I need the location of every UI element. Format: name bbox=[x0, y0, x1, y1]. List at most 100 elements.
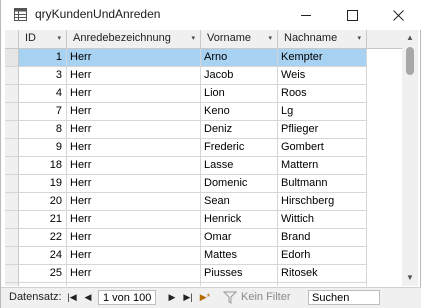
cell-nachname[interactable]: Pflieger bbox=[278, 121, 367, 139]
table-row[interactable]: 3 Herr Jacob Weis bbox=[5, 67, 402, 85]
sort-dropdown-icon[interactable]: ▾ bbox=[191, 30, 195, 47]
record-selector[interactable] bbox=[5, 193, 19, 211]
cell-nachname[interactable]: Kempter bbox=[278, 49, 367, 67]
table-row[interactable]: 1 Herr Arno Kempter bbox=[5, 49, 402, 67]
cell-vorname[interactable]: Omar bbox=[201, 229, 278, 247]
table-row[interactable]: 9 Herr Frederic Gombert bbox=[5, 139, 402, 157]
column-header-id[interactable]: ID ▾ bbox=[19, 30, 67, 48]
record-selector[interactable] bbox=[5, 121, 19, 139]
cell-nachname[interactable]: Roos bbox=[278, 85, 367, 103]
table-row[interactable]: 26HerrYvesGesell bbox=[5, 283, 402, 286]
cell-nachname[interactable]: Gombert bbox=[278, 139, 367, 157]
table-row[interactable]: 8 Herr Deniz Pflieger bbox=[5, 121, 402, 139]
cell-id[interactable]: 9 bbox=[19, 139, 67, 157]
close-button[interactable] bbox=[375, 0, 421, 30]
table-row[interactable]: 19 Herr Domenic Bultmann bbox=[5, 175, 402, 193]
record-position-field[interactable]: 1 von 100 bbox=[98, 290, 156, 305]
select-all-corner[interactable] bbox=[5, 30, 19, 48]
cell-id[interactable]: 8 bbox=[19, 121, 67, 139]
maximize-button[interactable] bbox=[329, 0, 375, 30]
record-selector[interactable] bbox=[5, 283, 19, 286]
cell-anredebezeichnung[interactable]: Herr bbox=[67, 67, 201, 85]
table-row[interactable]: 24 Herr Mattes Edorh bbox=[5, 247, 402, 265]
cell-anredebezeichnung[interactable]: Herr bbox=[67, 157, 201, 175]
table-row[interactable]: 25 Herr Piusses Ritosek bbox=[5, 265, 402, 283]
cell-vorname[interactable]: Yves bbox=[201, 283, 278, 286]
record-selector[interactable] bbox=[5, 85, 19, 103]
cell-id[interactable]: 25 bbox=[19, 265, 67, 283]
cell-vorname[interactable]: Lion bbox=[201, 85, 278, 103]
last-record-button[interactable]: ▶| bbox=[181, 290, 195, 305]
cell-anredebezeichnung[interactable]: Herr bbox=[67, 103, 201, 121]
table-row[interactable]: 7 Herr Keno Lg bbox=[5, 103, 402, 121]
cell-vorname[interactable]: Sean bbox=[201, 193, 278, 211]
cell-anredebezeichnung[interactable]: Herr bbox=[67, 283, 201, 286]
cell-anredebezeichnung[interactable]: Herr bbox=[67, 49, 201, 67]
cell-nachname[interactable]: Gesell bbox=[278, 283, 367, 286]
cell-id[interactable]: 3 bbox=[19, 67, 67, 85]
cell-id[interactable]: 4 bbox=[19, 85, 67, 103]
cell-anredebezeichnung[interactable]: Herr bbox=[67, 193, 201, 211]
sort-dropdown-icon[interactable]: ▾ bbox=[268, 30, 272, 47]
record-selector[interactable] bbox=[5, 229, 19, 247]
next-record-button[interactable]: ▶ bbox=[165, 290, 179, 305]
cell-id[interactable]: 22 bbox=[19, 229, 67, 247]
record-selector[interactable] bbox=[5, 211, 19, 229]
cell-vorname[interactable]: Mattes bbox=[201, 247, 278, 265]
vertical-scrollbar[interactable]: ▲ ▼ bbox=[402, 30, 418, 286]
table-row[interactable]: 22 Herr Omar Brand bbox=[5, 229, 402, 247]
cell-nachname[interactable]: Brand bbox=[278, 229, 367, 247]
table-row[interactable]: 18 Herr Lasse Mattern bbox=[5, 157, 402, 175]
record-selector[interactable] bbox=[5, 247, 19, 265]
cell-id[interactable]: 24 bbox=[19, 247, 67, 265]
table-row[interactable]: 20 Herr Sean Hirschberg bbox=[5, 193, 402, 211]
cell-anredebezeichnung[interactable]: Herr bbox=[67, 121, 201, 139]
cell-nachname[interactable]: Weis bbox=[278, 67, 367, 85]
cell-anredebezeichnung[interactable]: Herr bbox=[67, 247, 201, 265]
cell-vorname[interactable]: Piusses bbox=[201, 265, 278, 283]
column-header-vorname[interactable]: Vorname ▾ bbox=[201, 30, 278, 48]
cell-nachname[interactable]: Wittich bbox=[278, 211, 367, 229]
search-input[interactable]: Suchen bbox=[308, 290, 380, 305]
cell-vorname[interactable]: Deniz bbox=[201, 121, 278, 139]
scroll-down-icon[interactable]: ▼ bbox=[402, 270, 418, 286]
record-selector[interactable] bbox=[5, 157, 19, 175]
new-record-button[interactable]: ▶* bbox=[198, 290, 212, 305]
cell-anredebezeichnung[interactable]: Herr bbox=[67, 265, 201, 283]
cell-id[interactable]: 7 bbox=[19, 103, 67, 121]
cell-id[interactable]: 21 bbox=[19, 211, 67, 229]
cell-nachname[interactable]: Edorh bbox=[278, 247, 367, 265]
cell-id[interactable]: 26 bbox=[19, 283, 67, 286]
cell-vorname[interactable]: Keno bbox=[201, 103, 278, 121]
cell-nachname[interactable]: Lg bbox=[278, 103, 367, 121]
cell-anredebezeichnung[interactable]: Herr bbox=[67, 85, 201, 103]
cell-nachname[interactable]: Hirschberg bbox=[278, 193, 367, 211]
sort-dropdown-icon[interactable]: ▾ bbox=[57, 30, 61, 47]
cell-vorname[interactable]: Jacob bbox=[201, 67, 278, 85]
table-row[interactable]: 4 Herr Lion Roos bbox=[5, 85, 402, 103]
scroll-up-icon[interactable]: ▲ bbox=[402, 30, 418, 46]
column-header-nachname[interactable]: Nachname ▾ bbox=[278, 30, 367, 48]
record-selector[interactable] bbox=[5, 265, 19, 283]
cell-vorname[interactable]: Domenic bbox=[201, 175, 278, 193]
scrollbar-thumb[interactable] bbox=[406, 47, 414, 75]
cell-id[interactable]: 18 bbox=[19, 157, 67, 175]
cell-anredebezeichnung[interactable]: Herr bbox=[67, 211, 201, 229]
cell-anredebezeichnung[interactable]: Herr bbox=[67, 175, 201, 193]
sort-dropdown-icon[interactable]: ▾ bbox=[357, 30, 361, 47]
record-selector[interactable] bbox=[5, 139, 19, 157]
table-row[interactable]: 21 Herr Henrick Wittich bbox=[5, 211, 402, 229]
cell-nachname[interactable]: Mattern bbox=[278, 157, 367, 175]
cell-id[interactable]: 19 bbox=[19, 175, 67, 193]
title-bar[interactable]: qryKundenUndAnreden bbox=[1, 0, 421, 30]
cell-vorname[interactable]: Henrick bbox=[201, 211, 278, 229]
minimize-button[interactable] bbox=[283, 0, 329, 30]
cell-id[interactable]: 20 bbox=[19, 193, 67, 211]
first-record-button[interactable]: |◀ bbox=[65, 290, 79, 305]
column-header-anredebezeichnung[interactable]: Anredebezeichnung ▾ bbox=[67, 30, 201, 48]
cell-anredebezeichnung[interactable]: Herr bbox=[67, 139, 201, 157]
cell-vorname[interactable]: Frederic bbox=[201, 139, 278, 157]
cell-nachname[interactable]: Bultmann bbox=[278, 175, 367, 193]
record-selector[interactable] bbox=[5, 103, 19, 121]
previous-record-button[interactable]: ◀ bbox=[81, 290, 95, 305]
